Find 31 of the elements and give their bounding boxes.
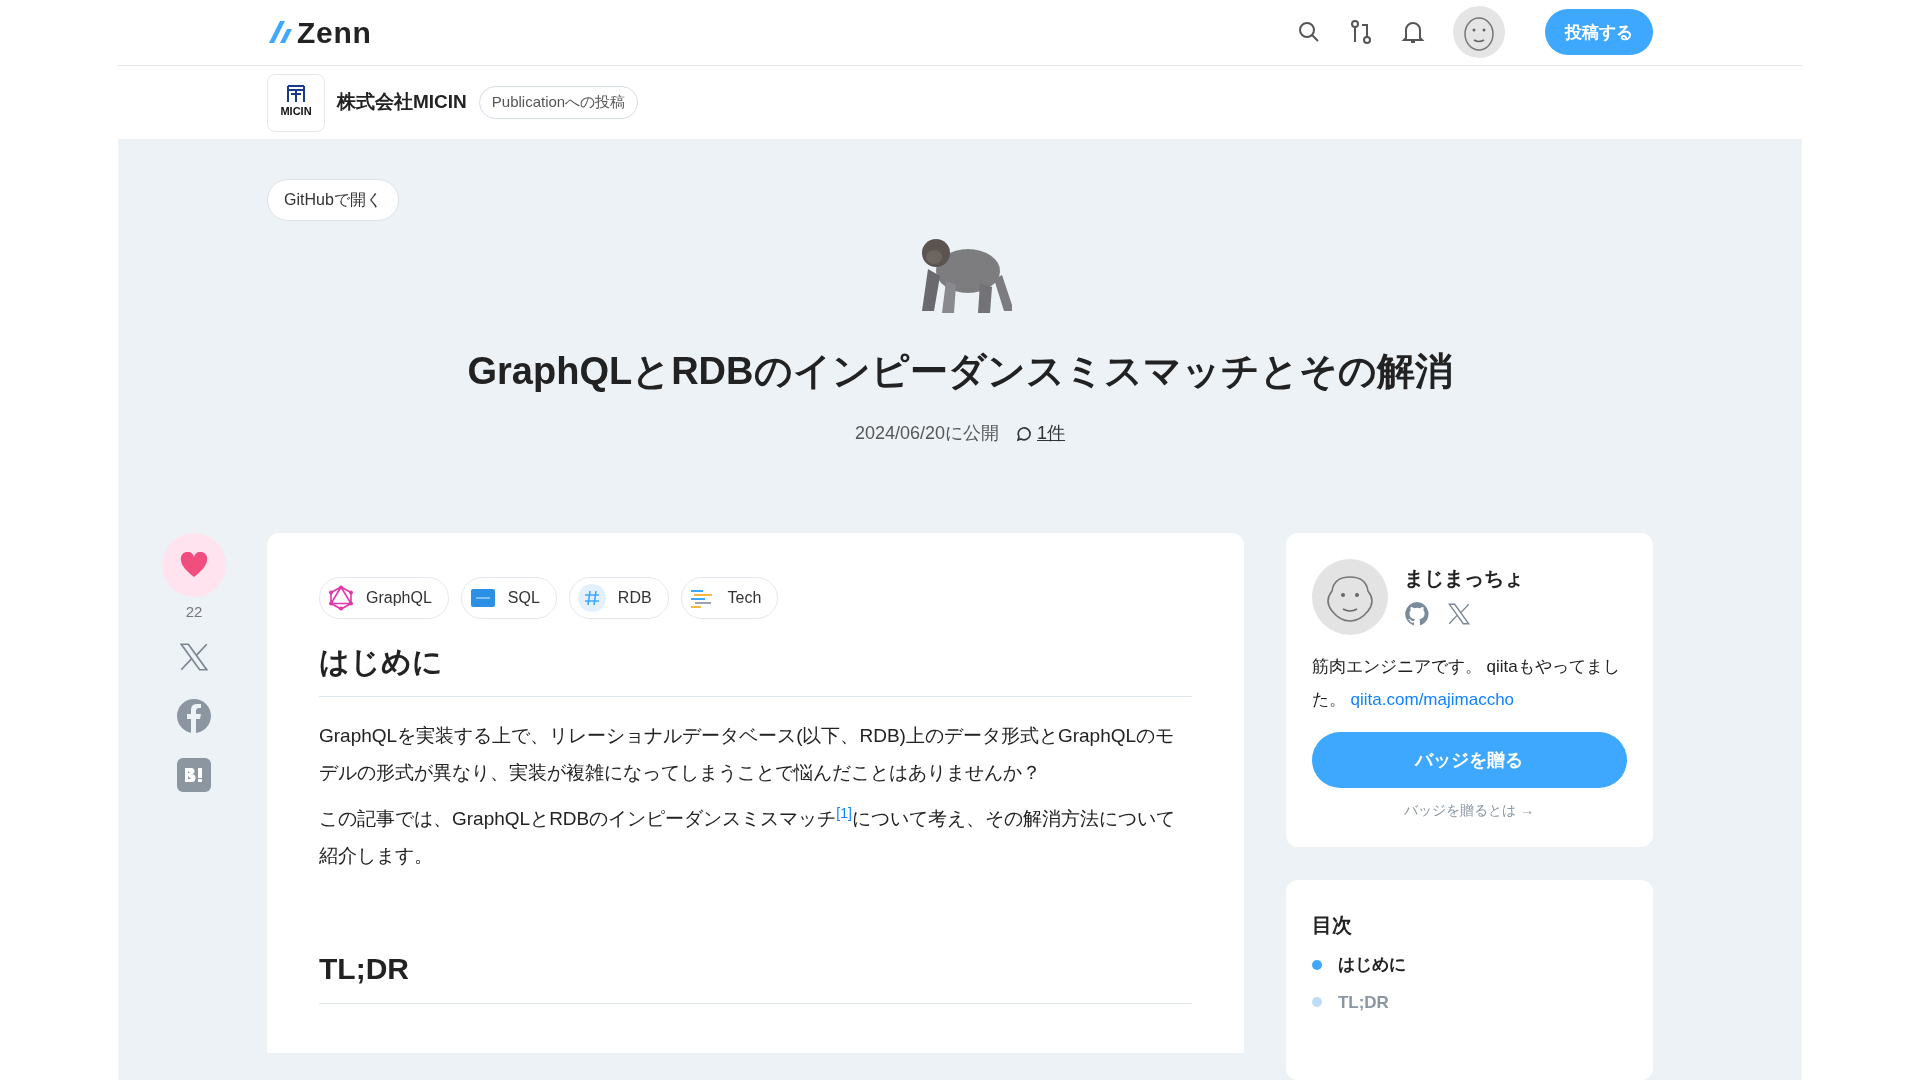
github-icon[interactable]	[1403, 601, 1430, 628]
database-icon	[469, 588, 496, 609]
author-avatar-icon[interactable]	[1311, 559, 1388, 636]
article-title: GraphQLとRDBのインピーダンスミスマッチとその解消	[466, 349, 1454, 395]
git-compare-icon[interactable]	[1349, 19, 1373, 46]
paragraph: この記事では、GraphQLとRDBのインピーダンスミスマッチ$^{[1]}$について考え、その解消方法について紹介します。	[319, 803, 1176, 868]
author-bio: 筋肉エンジニアです。 qiitaもやってました。 qiita.com/majimaccho	[1311, 656, 1621, 711]
graphql-icon	[328, 585, 354, 612]
avatar-icon[interactable]	[1453, 6, 1505, 59]
comments-link[interactable]: 1件	[1015, 420, 1066, 448]
hatena-bookmark-icon[interactable]	[177, 757, 211, 792]
section-heading: TL;DR	[319, 945, 1192, 1004]
paragraph: GraphQLを実装する上で、リレーショナルデータベース(以下、RDB)上のデータ形式とGraphQLのモデルの形式が異なり、実装が複雑になってしまうことで悩んだことはありませんか？	[319, 724, 1176, 786]
zenn-mark-icon	[267, 20, 293, 45]
publication-mark-icon	[285, 85, 307, 104]
comment-icon	[1015, 424, 1034, 443]
toc-title: 目次	[1311, 913, 1353, 938]
section-heading: はじめに	[319, 639, 1192, 698]
publication-name[interactable]: 株式会社MICIN	[337, 88, 467, 117]
hash-icon	[577, 584, 606, 613]
publish-date: 2024/06/20に公開	[854, 422, 1000, 446]
author-name[interactable]: まじまっちょ	[1403, 563, 1524, 594]
heart-icon	[180, 552, 208, 579]
profile-link[interactable]: qiita.com/majimaccho	[1350, 689, 1515, 709]
github-open-button[interactable]: GitHubで開く	[267, 179, 399, 222]
bell-icon[interactable]	[1401, 19, 1425, 46]
toc-item[interactable]: はじめに	[1337, 952, 1406, 978]
like-count: 22	[185, 602, 203, 623]
facebook-icon[interactable]	[176, 697, 212, 734]
zenn-logo[interactable]: Zenn	[267, 10, 372, 55]
publication-logo[interactable]: MICIN	[267, 73, 325, 132]
